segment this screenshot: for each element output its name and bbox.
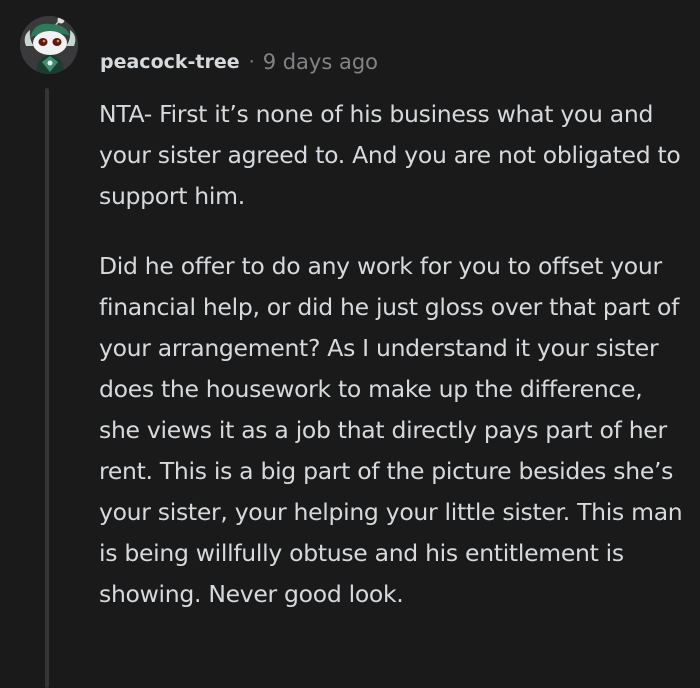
- comment-paragraph: Did he offer to do any work for you to o…: [99, 252, 683, 608]
- comment-timestamp[interactable]: 9 days ago: [263, 50, 378, 74]
- thread-collapse-line[interactable]: [45, 88, 49, 688]
- snoo-avatar-icon: [20, 16, 78, 74]
- comment-meta: peacock-tree · 9 days ago: [100, 46, 378, 78]
- meta-separator: ·: [248, 51, 255, 73]
- author-username[interactable]: peacock-tree: [100, 51, 240, 73]
- comment-paragraph: NTA- First it’s none of his business wha…: [99, 100, 681, 210]
- user-avatar[interactable]: [20, 16, 78, 74]
- comment-body: NTA- First it’s none of his business wha…: [99, 94, 684, 644]
